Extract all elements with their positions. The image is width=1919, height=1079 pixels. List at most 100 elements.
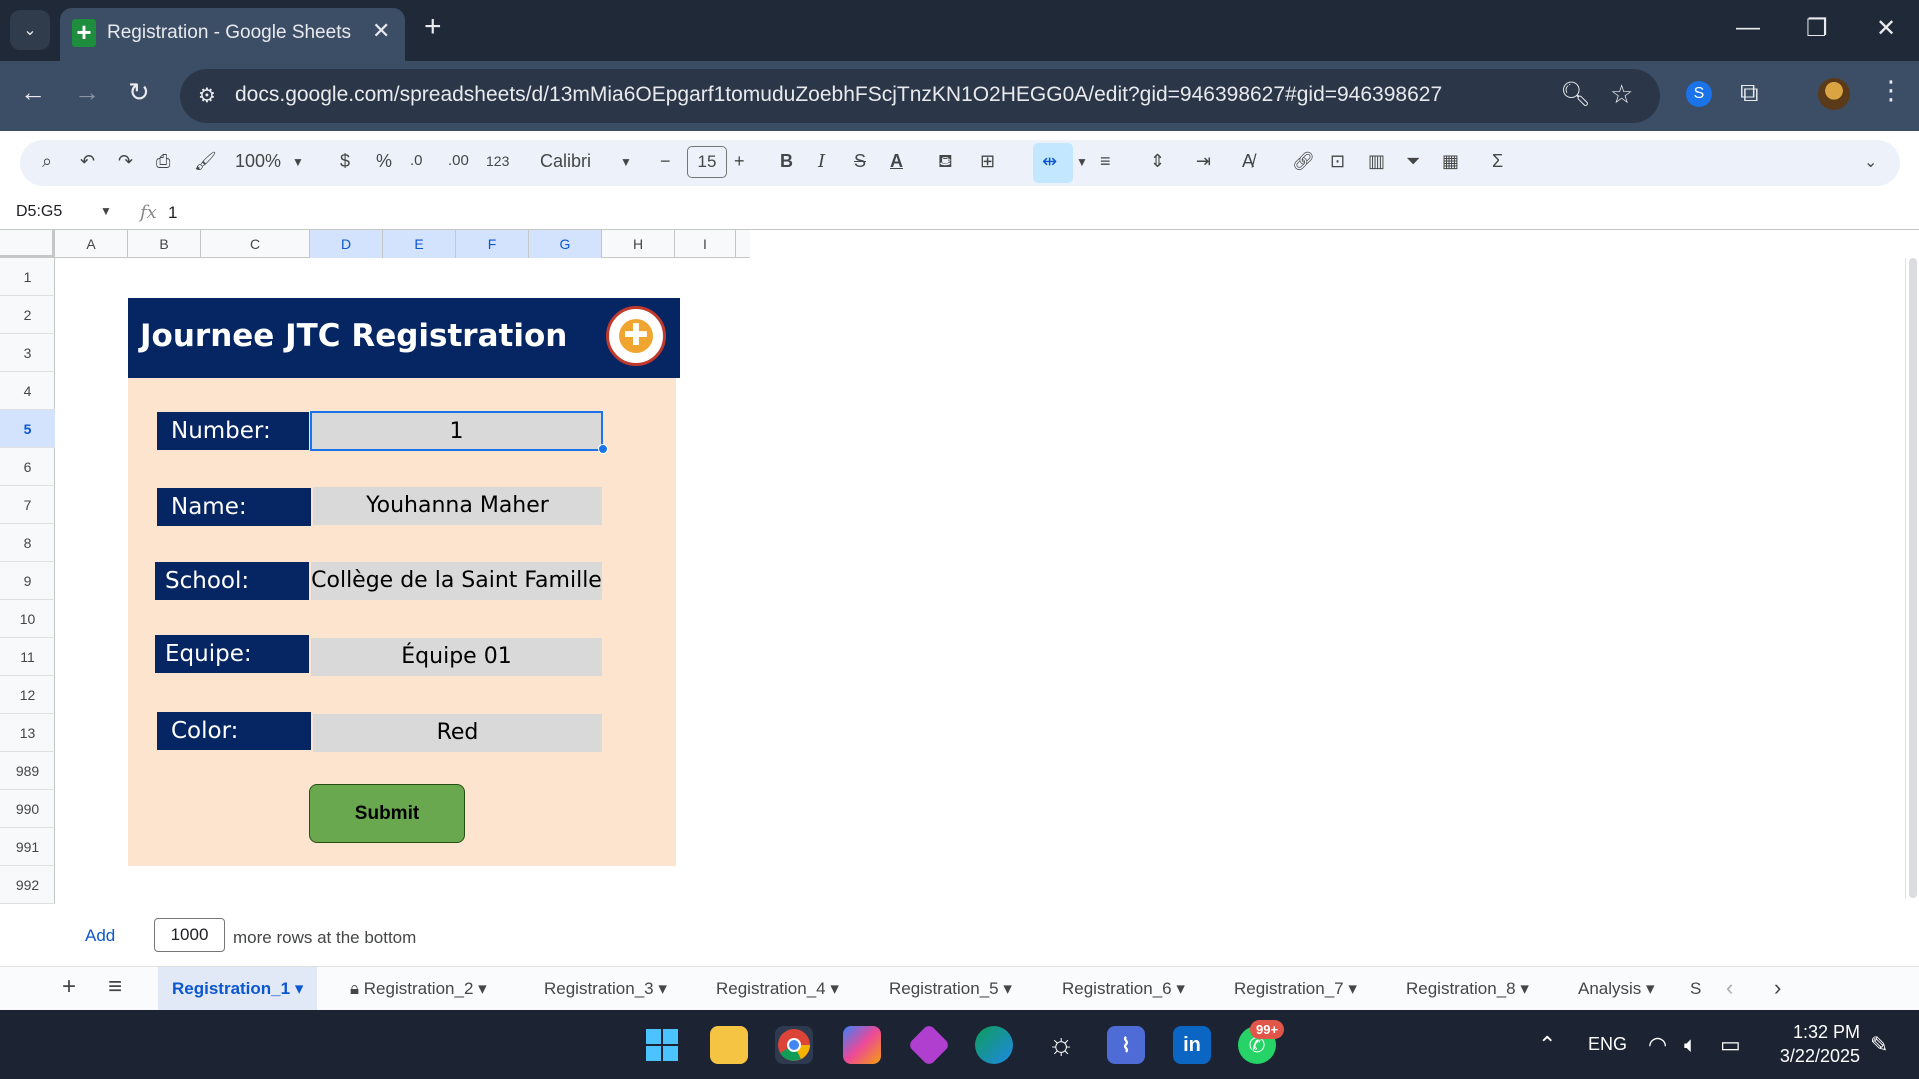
vertical-scrollbar[interactable]	[1905, 258, 1919, 898]
undo-icon[interactable]: ↶	[80, 151, 95, 172]
bold-button[interactable]: B	[780, 151, 793, 172]
row-header[interactable]: 6	[0, 448, 55, 486]
zoom-select[interactable]: 100%	[235, 151, 281, 172]
column-header[interactable]: D	[310, 230, 383, 258]
text-color-button[interactable]: A	[890, 151, 903, 172]
zoom-icon[interactable]: 🔍︎	[1560, 80, 1590, 109]
power-apps-icon[interactable]	[907, 1023, 951, 1067]
forward-arrow-icon[interactable]: →	[74, 77, 100, 108]
new-tab-button[interactable]: +	[424, 10, 442, 44]
edge-icon[interactable]	[975, 1026, 1013, 1064]
chevron-up-icon[interactable]: ⌃	[1538, 1032, 1556, 1058]
tab-search-button[interactable]: ⌄	[10, 10, 50, 50]
font-size-input[interactable]: 15	[687, 146, 727, 178]
selection-fill-handle[interactable]	[598, 444, 608, 454]
site-info-icon[interactable]: ⚙	[198, 83, 216, 108]
fill-color-icon[interactable]: ⛾	[938, 151, 953, 175]
row-header[interactable]: 989	[0, 752, 55, 790]
row-header[interactable]: 5	[0, 410, 55, 448]
row-header[interactable]: 4	[0, 372, 55, 410]
decrease-decimal-button[interactable]: .0	[410, 152, 423, 169]
row-header[interactable]: 11	[0, 638, 55, 676]
increase-font-size-button[interactable]: +	[734, 151, 745, 172]
insert-chart-icon[interactable]: ▥	[1368, 151, 1385, 172]
row-header[interactable]: 992	[0, 866, 55, 904]
column-header[interactable]: H	[602, 230, 675, 258]
all-sheets-menu-icon[interactable]: ≡	[108, 973, 122, 1001]
column-header[interactable]: C	[201, 230, 310, 258]
battery-icon[interactable]: ▭	[1720, 1032, 1741, 1058]
row-header[interactable]: 13	[0, 714, 55, 752]
scroll-tabs-left-icon[interactable]: ‹	[1726, 975, 1733, 1001]
font-select[interactable]: Calibri	[540, 151, 591, 172]
functions-icon[interactable]: Σ	[1492, 151, 1503, 172]
reload-icon[interactable]: ↻	[128, 77, 150, 108]
row-header[interactable]: 2	[0, 296, 55, 334]
address-bar[interactable]: ⚙ docs.google.com/spreadsheets/d/13mMia6…	[180, 69, 1660, 123]
insert-link-icon[interactable]: 🔗︎	[1292, 151, 1315, 172]
decrease-font-size-button[interactable]: −	[660, 151, 671, 172]
sheet-tab[interactable]: S	[1686, 967, 1710, 1011]
increase-decimal-button[interactable]: .00	[448, 152, 469, 169]
vertical-align-icon[interactable]: ⇕	[1150, 151, 1165, 172]
row-header[interactable]: 990	[0, 790, 55, 828]
sheet-tab[interactable]: Registration_8 ▾	[1392, 967, 1543, 1011]
strikethrough-button[interactable]: S	[854, 151, 866, 172]
equipe-field[interactable]: Équipe 01	[311, 638, 602, 676]
currency-format-button[interactable]: $	[340, 151, 350, 172]
row-header[interactable]: 1	[0, 258, 55, 296]
filter-views-icon[interactable]: ▦	[1442, 151, 1459, 172]
browser-menu-icon[interactable]: ⋮	[1878, 75, 1904, 106]
text-wrap-icon[interactable]: ⇥	[1196, 151, 1211, 172]
row-header[interactable]: 8	[0, 524, 55, 562]
sheet-tab[interactable]: Registration_6 ▾	[1048, 967, 1199, 1011]
remote-desktop-icon[interactable]: ⌇	[1107, 1026, 1145, 1064]
sheet-tab[interactable]: Registration_1 ▾	[158, 967, 318, 1011]
column-header[interactable]: E	[383, 230, 456, 258]
formula-input[interactable]: 1	[168, 203, 177, 223]
browser-tab[interactable]: + Registration - Google Sheets ✕	[60, 8, 405, 61]
profile-avatar[interactable]	[1818, 78, 1850, 110]
wifi-icon[interactable]: ◠	[1648, 1032, 1667, 1058]
start-windows-icon[interactable]	[643, 1026, 681, 1064]
filter-icon[interactable]: ⏷	[1406, 151, 1420, 172]
notifications-icon[interactable]: ✎	[1870, 1032, 1888, 1058]
horizontal-align-icon[interactable]: ≡	[1100, 151, 1111, 172]
sheet-tab[interactable]: Registration_4 ▾	[702, 967, 853, 1011]
clock-date[interactable]: 3/22/2025	[1766, 1046, 1860, 1067]
redo-icon[interactable]: ↷	[118, 151, 133, 172]
chevron-down-icon[interactable]: ▼	[620, 155, 632, 169]
collapse-toolbar-icon[interactable]: ⌄	[1864, 152, 1877, 172]
paint-format-icon[interactable]: 🖌︎	[194, 151, 217, 172]
column-header[interactable]: G	[529, 230, 602, 258]
volume-icon[interactable]: 🔈︎	[1684, 1032, 1697, 1058]
chevron-down-icon[interactable]: ▼	[100, 204, 112, 218]
submit-button[interactable]: Submit	[309, 784, 465, 843]
school-field[interactable]: Collège de la Saint Famille	[311, 562, 602, 600]
row-header[interactable]: 3	[0, 334, 55, 372]
sheet-tab[interactable]: 🔒︎ Registration_2 ▾	[336, 967, 501, 1011]
column-header[interactable]: A	[55, 230, 128, 258]
extension-icon[interactable]: S	[1686, 81, 1712, 107]
bookmark-star-icon[interactable]: ☆	[1610, 79, 1633, 110]
borders-icon[interactable]: ⊞	[980, 151, 995, 172]
search-icon[interactable]: ⌕	[42, 151, 52, 172]
scrollbar-thumb[interactable]	[1909, 258, 1917, 898]
column-header[interactable]: I	[675, 230, 736, 258]
clock-time[interactable]: 1:32 PM	[1770, 1022, 1860, 1043]
copilot-icon[interactable]	[843, 1026, 881, 1064]
linkedin-icon[interactable]: in	[1173, 1026, 1211, 1064]
sheet-tab[interactable]: Analysis ▾	[1564, 967, 1669, 1011]
minimize-button[interactable]: —	[1736, 14, 1760, 42]
close-tab-icon[interactable]: ✕	[372, 18, 390, 44]
select-all-corner[interactable]	[0, 230, 55, 258]
scroll-tabs-right-icon[interactable]: ›	[1774, 975, 1781, 1001]
italic-button[interactable]: I	[818, 151, 825, 172]
name-box[interactable]: D5:G5	[16, 203, 62, 221]
row-header[interactable]: 7	[0, 486, 55, 524]
add-rows-button[interactable]: Add	[85, 926, 115, 946]
rows-count-input[interactable]: 1000	[154, 918, 225, 952]
back-arrow-icon[interactable]: ←	[20, 77, 46, 108]
brightness-icon[interactable]: ☼	[1042, 1026, 1080, 1064]
add-sheet-button[interactable]: +	[62, 973, 76, 1001]
